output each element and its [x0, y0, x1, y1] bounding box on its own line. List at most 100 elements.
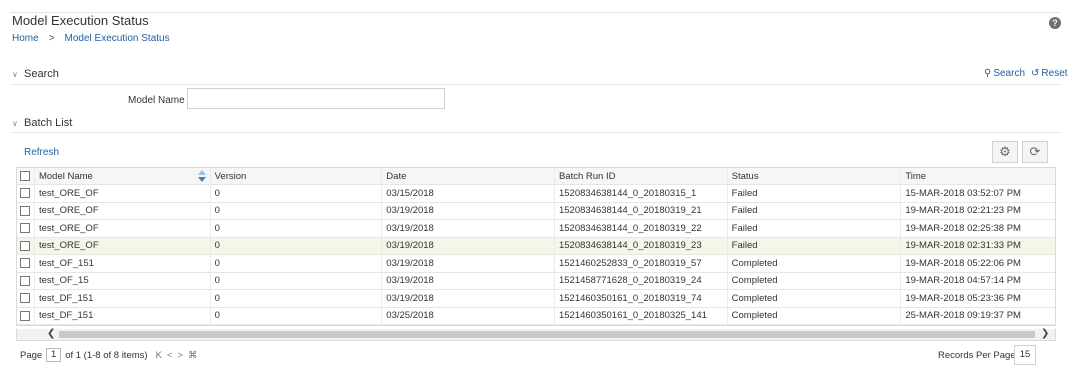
cell-batch-run-id: 1520834638144_0_20180315_1 [555, 185, 728, 202]
top-divider [10, 12, 1060, 13]
cell-status: Completed [728, 272, 902, 289]
cell-status: Failed [728, 237, 902, 254]
last-page-icon[interactable]: ⌘ [188, 350, 203, 361]
cell-status: Completed [728, 255, 902, 272]
cell-model-name: test_ORE_OF [35, 202, 211, 219]
reload-icon: ⟳ [1029, 144, 1041, 159]
batch-list-section-toggle[interactable]: ∨ Batch List [12, 117, 72, 129]
table-row[interactable]: test_ORE_OF 0 03/15/2018 1520834638144_0_20… [17, 185, 1055, 203]
cell-date: 03/15/2018 [382, 185, 555, 202]
reset-icon: ↺ [1031, 68, 1040, 79]
refresh-link[interactable]: Refresh [24, 147, 59, 158]
breadcrumb-current-link[interactable]: Model Execution Status [65, 33, 170, 44]
row-checkbox[interactable] [20, 275, 31, 286]
cell-batch-run-id: 1520834638144_0_20180319_21 [555, 202, 728, 219]
column-header-version[interactable]: Version [211, 168, 383, 184]
model-name-label: Model Name [128, 95, 185, 106]
cell-time: 15-MAR-2018 03:52:07 PM [905, 187, 1021, 199]
cell-status: Completed [728, 290, 902, 307]
column-header-time[interactable]: Time [901, 168, 1055, 184]
row-select-cell [17, 220, 35, 237]
row-checkbox[interactable] [20, 310, 31, 321]
cell-batch-run-id: 1521460350161_0_20180325_141 [555, 307, 728, 324]
cell-time: 19-MAR-2018 05:23:36 PM [905, 292, 1021, 304]
breadcrumb-home-link[interactable]: Home [12, 33, 39, 44]
cell-date: 03/19/2018 [382, 237, 555, 254]
table-row[interactable]: test_ORE_OF 0 03/19/2018 1520834638144_0_20… [17, 237, 1055, 255]
batch-list-table: Model Name Version Date Batch Run ID Sta… [16, 167, 1056, 326]
previous-page-icon[interactable]: < [167, 350, 178, 361]
cell-version: 0 [211, 220, 383, 237]
next-page-icon[interactable]: > [177, 350, 188, 361]
search-section-toggle[interactable]: ∨ Search [12, 68, 59, 80]
cell-model-name: test_ORE_OF [35, 220, 211, 237]
row-select-cell [17, 290, 35, 307]
row-checkbox[interactable] [20, 240, 31, 251]
scrollbar-thumb[interactable] [59, 331, 1035, 338]
row-checkbox[interactable] [20, 293, 31, 304]
breadcrumb: Home > Model Execution Status [12, 33, 170, 44]
help-icon[interactable]: ? [1049, 17, 1061, 29]
cell-version: 0 [211, 290, 383, 307]
records-per-page-label: Records Per Page [938, 350, 1016, 361]
cell-batch-run-id: 1520834638144_0_20180319_23 [555, 237, 728, 254]
search-button[interactable]: ⚲ Search [984, 68, 1025, 79]
column-header-batch-run-id[interactable]: Batch Run ID [555, 168, 728, 184]
column-header-status[interactable]: Status [728, 168, 902, 184]
page-title: Model Execution Status [12, 13, 149, 28]
first-page-icon[interactable]: K [156, 350, 167, 361]
cell-version: 0 [211, 202, 383, 219]
cell-model-name: test_OF_15 [35, 272, 211, 289]
chevron-down-icon: ∨ [12, 118, 18, 128]
table-row[interactable]: test_ORE_OF 0 03/19/2018 1520834638144_0_20… [17, 202, 1055, 220]
batch-list-section-label: Batch List [24, 117, 73, 129]
horizontal-scrollbar[interactable]: ❮ ❯ [16, 328, 1056, 341]
row-select-cell [17, 185, 35, 202]
scroll-left-icon[interactable]: ❮ [47, 328, 55, 339]
cell-time: 19-MAR-2018 02:21:23 PM [905, 205, 1021, 217]
row-checkbox[interactable] [20, 188, 31, 199]
records-per-page-input[interactable]: 15 [1014, 345, 1036, 365]
cell-batch-run-id: 1520834638144_0_20180319_22 [555, 220, 728, 237]
cell-time: 19-MAR-2018 04:57:14 PM [905, 275, 1021, 287]
cell-status: Failed [728, 202, 902, 219]
row-checkbox[interactable] [20, 205, 31, 216]
cell-version: 0 [211, 272, 383, 289]
cell-status: Completed [728, 307, 902, 324]
scroll-right-icon[interactable]: ❯ [1041, 328, 1049, 339]
row-checkbox[interactable] [20, 223, 31, 234]
table-row[interactable]: test_ORE_OF 0 03/19/2018 1520834638144_0_20… [17, 220, 1055, 238]
cell-batch-run-id: 1521460252833_0_20180319_57 [555, 255, 728, 272]
model-name-input[interactable] [187, 88, 445, 109]
cell-date: 03/19/2018 [382, 220, 555, 237]
execute-button[interactable]: ⚙ [992, 141, 1018, 163]
reload-button[interactable]: ⟳ [1022, 141, 1048, 163]
row-select-cell [17, 272, 35, 289]
select-all-checkbox[interactable] [20, 171, 31, 181]
row-select-cell [17, 202, 35, 219]
cell-batch-run-id: 1521458771628_0_20180319_24 [555, 272, 728, 289]
table-header-row: Model Name Version Date Batch Run ID Sta… [17, 168, 1055, 185]
table-row[interactable]: test_OF_15 0 03/19/2018 1521458771628_0_201… [17, 272, 1055, 290]
table-row[interactable]: test_OF_151 0 03/19/2018 1521460252833_0_20… [17, 255, 1055, 273]
column-header-model-name[interactable]: Model Name [35, 168, 211, 184]
row-checkbox[interactable] [20, 258, 31, 269]
reset-button[interactable]: ↺ Reset [1031, 68, 1068, 79]
breadcrumb-separator: > [48, 33, 55, 44]
sort-icon[interactable] [197, 170, 206, 182]
cell-version: 0 [211, 185, 383, 202]
pager-nav: K<>⌘ [156, 350, 203, 361]
reset-button-label: Reset [1041, 68, 1068, 79]
select-all-cell [17, 168, 35, 184]
page-number-input[interactable]: 1 [46, 348, 62, 362]
column-header-date[interactable]: Date [382, 168, 555, 184]
cell-model-name: test_ORE_OF [35, 185, 211, 202]
cell-status: Failed [728, 185, 902, 202]
table-row[interactable]: test_DF_151 0 03/25/2018 1521460350161_0_20… [17, 307, 1055, 325]
cell-date: 03/19/2018 [382, 290, 555, 307]
row-select-cell [17, 255, 35, 272]
page-summary: of 1 (1-8 of 8 items) [65, 349, 148, 361]
table-row[interactable]: test_DF_151 0 03/19/2018 1521460350161_0_20… [17, 290, 1055, 308]
cell-date: 03/25/2018 [382, 307, 555, 324]
execute-icon: ⚙ [999, 144, 1011, 159]
